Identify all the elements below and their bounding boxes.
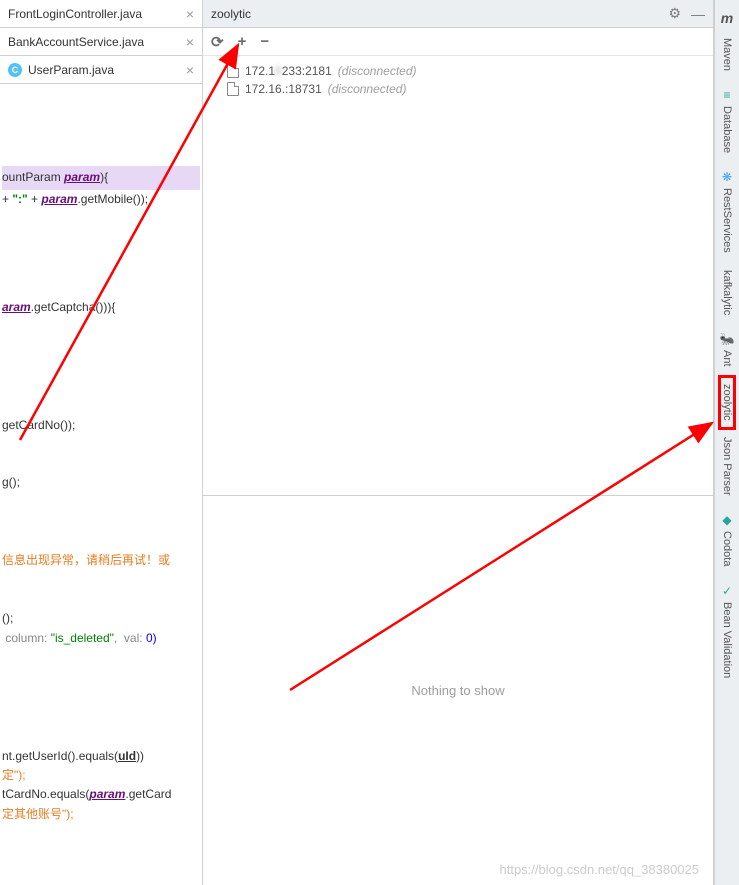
tab-bankaccount[interactable]: BankAccountService.java × xyxy=(0,28,202,56)
minimize-icon[interactable]: — xyxy=(691,6,705,22)
sidebar-item-kafkalytic[interactable]: kafkalytic xyxy=(719,262,735,324)
file-icon xyxy=(227,82,239,96)
panel-title: zoolytic xyxy=(211,7,251,21)
editor-pane: FrontLoginController.java × BankAccountS… xyxy=(0,0,203,885)
refresh-icon[interactable]: ⟳ xyxy=(211,33,224,51)
rest-icon: ❋ xyxy=(722,170,732,184)
panel-header: zoolytic ⚙ — xyxy=(203,0,713,28)
class-icon: C xyxy=(8,63,22,77)
tool-panel: zoolytic ⚙ — ⟳ + − 172.10233:2181 (disco… xyxy=(203,0,714,885)
sidebar-item-ant[interactable]: 🐜 Ant xyxy=(718,324,737,376)
close-icon[interactable]: × xyxy=(186,62,194,78)
tab-userparam[interactable]: C UserParam.java × xyxy=(0,56,202,84)
close-icon[interactable]: × xyxy=(186,34,194,50)
ant-icon: 🐜 xyxy=(720,332,735,346)
tab-label: BankAccountService.java xyxy=(8,35,144,49)
tree-item[interactable]: 172.16.:18731 (disconnected) xyxy=(207,80,709,98)
status-label: (disconnected) xyxy=(328,82,407,96)
close-icon[interactable]: × xyxy=(186,6,194,22)
panel-controls: ⚙ — xyxy=(668,5,705,22)
status-label: (disconnected) xyxy=(338,64,417,78)
codota-icon: ◆ xyxy=(722,513,731,527)
sidebar-item-maven[interactable]: Maven xyxy=(719,30,735,80)
tree-item[interactable]: 172.10233:2181 (disconnected) xyxy=(207,62,709,80)
remove-icon[interactable]: − xyxy=(260,33,269,50)
gear-icon[interactable]: ⚙ xyxy=(668,5,681,22)
empty-message: Nothing to show xyxy=(411,683,504,698)
database-icon: ≡ xyxy=(724,88,731,102)
right-sidebar: m Maven ≡ Database ❋ RestServices kafkal… xyxy=(714,0,739,885)
tab-frontlogin[interactable]: FrontLoginController.java × xyxy=(0,0,202,28)
sidebar-item-restservices[interactable]: ❋ RestServices xyxy=(719,162,735,262)
tab-label: FrontLoginController.java xyxy=(8,7,142,21)
detail-pane: Nothing to show xyxy=(203,496,713,885)
maven-logo-icon[interactable]: m xyxy=(721,6,733,30)
code-editor[interactable]: ountParam param){ + ":" + param.getMobil… xyxy=(0,84,202,885)
sidebar-item-codota[interactable]: ◆ Codota xyxy=(719,505,735,575)
editor-tabs: FrontLoginController.java × BankAccountS… xyxy=(0,0,202,84)
panel-toolbar: ⟳ + − xyxy=(203,28,713,56)
check-icon: ✓ xyxy=(722,584,732,598)
zookeeper-tree[interactable]: 172.10233:2181 (disconnected) 172.16.:18… xyxy=(203,56,713,496)
sidebar-item-jsonparser[interactable]: Json Parser xyxy=(719,429,735,505)
sidebar-item-zoolytic[interactable]: zoolytic xyxy=(719,376,735,430)
sidebar-item-database[interactable]: ≡ Database xyxy=(719,80,735,162)
add-icon[interactable]: + xyxy=(238,33,247,50)
file-icon xyxy=(227,64,239,78)
tab-label: UserParam.java xyxy=(28,63,114,77)
sidebar-item-beanvalidation[interactable]: ✓ Bean Validation xyxy=(719,576,735,687)
